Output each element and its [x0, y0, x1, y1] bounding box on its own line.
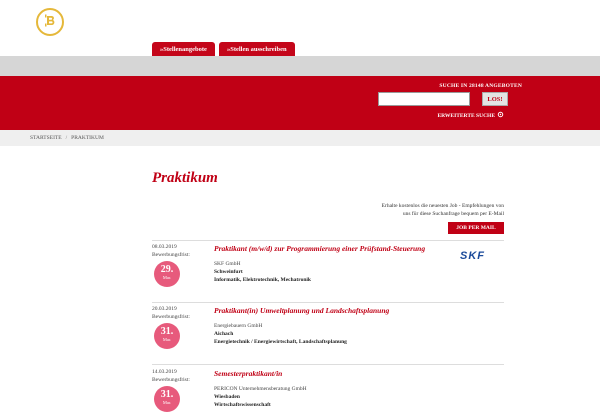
advanced-search-label: ERWEITERTE SUCHE [437, 112, 495, 119]
job-title-link[interactable]: Semesterpraktikant/in [214, 369, 282, 378]
job-list-item: 08.03.2019 Bewerbungsfrist: 29. Mar. Pra… [152, 244, 504, 300]
gray-nav-bar [0, 56, 600, 76]
list-divider [152, 364, 504, 365]
job-company: Energiebauern GmbH [214, 323, 263, 329]
job-field: Informatik, Elektrotechnik, Mechatronik [214, 277, 311, 283]
tab-stellen-ausschreiben[interactable]: »Stellen ausschreiben [218, 42, 295, 56]
job-date: 14.03.2019 [152, 369, 177, 375]
breadcrumb: STARTSEITE / PRAKTIKUM [30, 135, 104, 141]
deadline-label: Bewerbungsfrist: [152, 377, 190, 383]
gear-icon [497, 111, 504, 120]
b-logo-icon [45, 14, 55, 27]
promo-text-line1: Erhalte kostenlos die neuesten Job - Emp… [381, 203, 504, 209]
search-input[interactable] [378, 92, 470, 106]
list-divider [152, 302, 504, 303]
main-nav-tabs: »Stellenangebote »Stellen ausschreiben [152, 42, 295, 56]
deadline-badge: 31. Mar. [154, 386, 180, 412]
job-city: Schweinfurt [214, 269, 243, 275]
breadcrumb-separator: / [65, 135, 68, 141]
job-city: Wiesbaden [214, 394, 240, 400]
job-alert-promo: Erhalte kostenlos die neuesten Job - Emp… [344, 202, 504, 218]
job-list-item: 14.03.2019 Bewerbungsfrist: 31. Mar. Sem… [152, 369, 504, 419]
job-date: 08.03.2019 [152, 244, 177, 250]
deadline-day: 31. [160, 326, 174, 337]
job-company: PERICON Unternehmensberatung GmbH [214, 386, 307, 392]
deadline-month: Mar. [162, 275, 172, 280]
promo-text-line2: uns für diese Suchanfrage bequem per E-M… [402, 211, 504, 217]
job-title-link[interactable]: Praktikant (m/w/d) zur Programmierung ei… [214, 244, 425, 253]
job-title-link[interactable]: Praktikant(in) Umweltplanung und Landsch… [214, 306, 389, 315]
job-field: Energietechnik / Energiewirtschaft, Land… [214, 339, 347, 345]
job-per-mail-button[interactable]: JOB PER MAIL [448, 222, 504, 234]
deadline-badge: 29. Mar. [154, 261, 180, 287]
job-date: 20.03.2019 [152, 306, 177, 312]
deadline-month: Mar. [162, 400, 172, 405]
deadline-day: 29. [160, 264, 174, 275]
job-field: Wirtschaftswissenschaft [214, 402, 271, 408]
deadline-day: 31. [160, 389, 174, 400]
deadline-label: Bewerbungsfrist: [152, 252, 190, 258]
site-logo[interactable] [36, 8, 64, 36]
deadline-label: Bewerbungsfrist: [152, 314, 190, 320]
breadcrumb-current: PRAKTIKUM [71, 135, 104, 141]
breadcrumb-home[interactable]: STARTSEITE [30, 135, 62, 141]
job-company: SKF GmbH [214, 261, 241, 267]
deadline-badge: 31. Mar. [154, 323, 180, 349]
advanced-search-link[interactable]: ERWEITERTE SUCHE [437, 111, 504, 120]
page-title: Praktikum [152, 170, 218, 186]
tab-stellenangebote[interactable]: »Stellenangebote [152, 42, 215, 56]
list-divider [152, 240, 504, 241]
search-submit-button[interactable]: LOS! [482, 92, 508, 106]
job-city: Aichach [214, 331, 234, 337]
deadline-month: Mar. [162, 337, 172, 342]
company-logo[interactable]: SKF [460, 250, 485, 262]
search-title: SUCHE IN 28148 ANGEBOTEN [439, 83, 522, 89]
job-list-item: 20.03.2019 Bewerbungsfrist: 31. Mar. Pra… [152, 306, 504, 362]
